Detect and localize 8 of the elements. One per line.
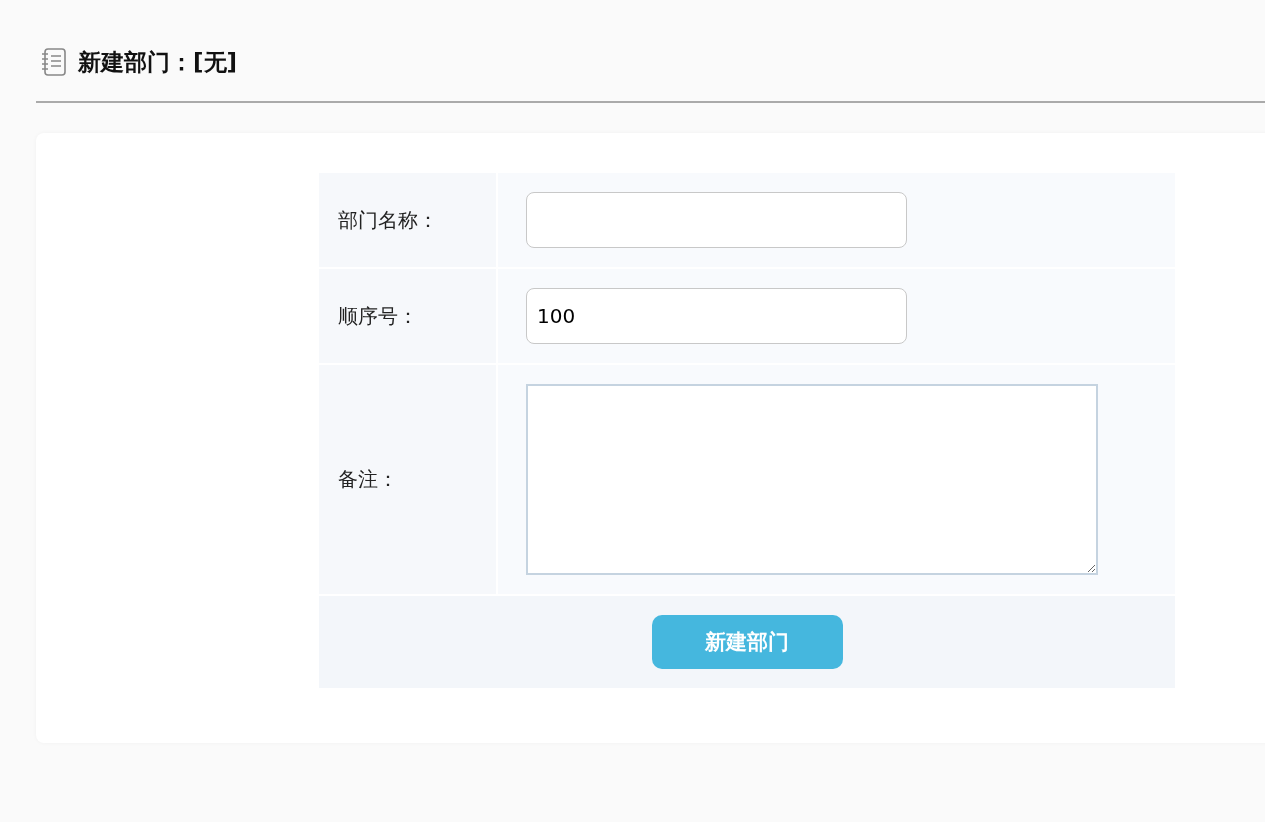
input-field[interactable]: [526, 192, 907, 248]
field-label: 部门名称：: [338, 206, 438, 234]
input-field[interactable]: 100: [526, 288, 907, 344]
remarks-field[interactable]: [526, 384, 1098, 575]
page-title: 新建部门：[无]: [78, 47, 238, 77]
field-label: 备注：: [338, 466, 398, 493]
notebook-icon: [40, 47, 68, 77]
field-label: 顺序号：: [338, 302, 418, 330]
